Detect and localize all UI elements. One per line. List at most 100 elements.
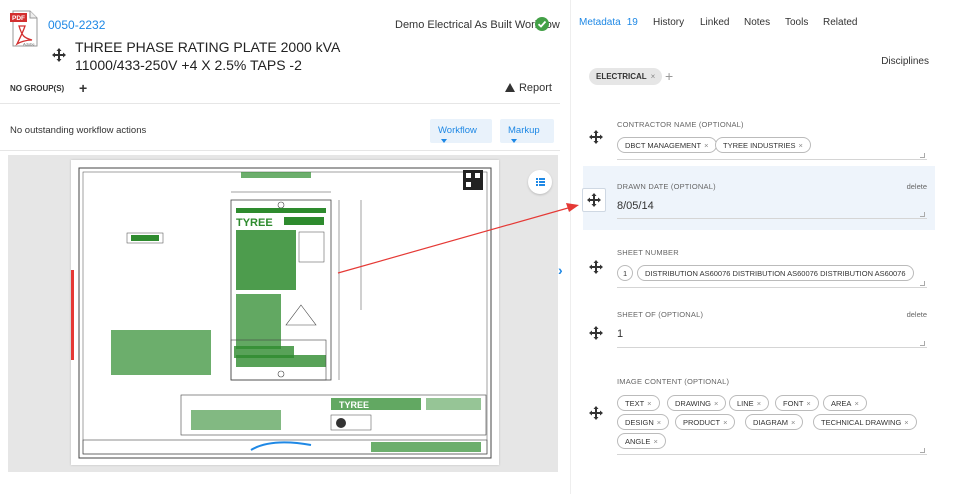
tab-metadata-label: Metadata (579, 17, 621, 28)
add-group-button[interactable]: + (79, 80, 87, 96)
markup-button-label: Markup (508, 125, 540, 136)
chip-image-content[interactable]: PRODUCT × (675, 414, 736, 430)
close-icon[interactable]: × (714, 399, 718, 408)
field-image-content: IMAGE CONTENT (OPTIONAL) TEXT × DRAWING × … (583, 368, 935, 460)
close-icon[interactable]: × (647, 399, 651, 408)
markup-dropdown-button[interactable]: Markup (500, 119, 554, 143)
chip-count[interactable]: 1 (617, 265, 634, 281)
resize-grip[interactable] (920, 212, 925, 217)
document-title: THREE PHASE RATING PLATE 2000 kVA 11000/… (75, 39, 340, 73)
delete-field-link[interactable]: delete (907, 182, 927, 191)
chip-label: DIAGRAM (753, 418, 789, 427)
tab-related[interactable]: Related (823, 17, 857, 28)
chip-label: ANGLE (625, 437, 651, 446)
field-drawn-date: DRAWN DATE (OPTIONAL) delete 8/05/14 (582, 166, 935, 230)
move-icon[interactable] (589, 260, 603, 274)
close-icon[interactable]: × (757, 399, 761, 408)
workflow-dropdown-button[interactable]: Workflow (430, 119, 492, 143)
close-icon[interactable]: × (806, 399, 810, 408)
sheet-of-value[interactable]: 1 (617, 328, 623, 340)
move-icon[interactable] (589, 130, 603, 144)
chip-image-content[interactable]: LINE × (729, 395, 770, 411)
report-label: Report (518, 82, 552, 94)
chip-label: LINE (737, 399, 754, 408)
resize-grip[interactable] (920, 341, 925, 346)
svg-text:TYREE: TYREE (339, 400, 369, 410)
workflow-status-text: No outstanding workflow actions (10, 125, 147, 136)
drawing-viewer[interactable]: TYREE TYREE (8, 155, 558, 472)
discipline-chip-label: ELECTRICAL (596, 72, 647, 81)
tab-notes[interactable]: Notes (744, 17, 770, 28)
app-page: PDF Adobe 0050-2232 THREE PHASE RATING P… (0, 0, 963, 494)
close-icon[interactable]: × (657, 418, 661, 427)
move-icon[interactable] (587, 193, 601, 207)
discipline-chip-electrical[interactable]: ELECTRICAL × (589, 68, 663, 85)
report-button[interactable]: Report (504, 82, 552, 94)
chip-image-content[interactable]: ANGLE × (617, 433, 666, 449)
close-icon[interactable]: × (904, 418, 908, 427)
field-contractor-name: CONTRACTOR NAME (OPTIONAL) DBCT MANAGEME… (583, 112, 935, 164)
chip-contractor[interactable]: DBCT MANAGEMENT × (617, 137, 717, 153)
chip-label: FONT (783, 399, 804, 408)
field-label: SHEET OF (OPTIONAL) (617, 310, 704, 319)
move-icon[interactable] (52, 48, 66, 62)
chip-image-content[interactable]: FONT × (775, 395, 819, 411)
disciplines-label: Disciplines (881, 56, 929, 67)
move-icon[interactable] (589, 326, 603, 340)
document-number-link[interactable]: 0050-2232 (48, 18, 105, 32)
field-label: DRAWN DATE (OPTIONAL) (617, 182, 716, 191)
svg-text:TYREE: TYREE (236, 217, 273, 229)
move-icon[interactable] (589, 406, 603, 420)
caret-down-icon (441, 139, 447, 143)
drawn-date-value[interactable]: 8/05/14 (617, 200, 654, 212)
tab-bar: Metadata 19 History Linked Notes Tools Re… (571, 0, 963, 44)
chip-label: TEXT (625, 399, 645, 408)
document-panel: PDF Adobe 0050-2232 THREE PHASE RATING P… (0, 0, 560, 494)
chip-label: DRAWING (675, 399, 711, 408)
check-circle-icon (535, 17, 549, 31)
workflow-actions-row: No outstanding workflow actions Workflow… (0, 105, 560, 151)
chip-image-content[interactable]: DRAWING × (667, 395, 727, 411)
resize-grip[interactable] (920, 448, 925, 453)
tab-metadata[interactable]: Metadata 19 (579, 17, 638, 28)
pdf-file-icon: PDF Adobe (10, 10, 40, 48)
close-icon[interactable]: × (704, 141, 708, 150)
field-label: SHEET NUMBER (617, 248, 679, 257)
chip-image-content[interactable]: DIAGRAM × (745, 414, 804, 430)
field-underline (617, 287, 927, 288)
chip-label: TECHNICAL DRAWING (821, 418, 902, 427)
chip-sheet-number[interactable]: DISTRIBUTION AS60076 DISTRIBUTION AS6007… (637, 265, 914, 281)
pdf-icon-label: PDF (12, 15, 25, 22)
technical-drawing-image: TYREE TYREE (71, 160, 499, 465)
chip-image-content[interactable]: DESIGN × (617, 414, 670, 430)
close-icon[interactable]: × (653, 437, 657, 446)
chip-image-content[interactable]: AREA × (823, 395, 867, 411)
chip-label: PRODUCT (683, 418, 721, 427)
add-discipline-button[interactable]: + (665, 68, 673, 84)
close-icon[interactable]: × (651, 72, 656, 81)
tab-tools[interactable]: Tools (785, 17, 808, 28)
chip-contractor[interactable]: TYREE INDUSTRIES × (715, 137, 811, 153)
close-icon[interactable]: × (799, 141, 803, 150)
close-icon[interactable]: × (854, 399, 858, 408)
field-underline (617, 454, 927, 455)
field-underline (617, 347, 927, 348)
tab-history[interactable]: History (653, 17, 684, 28)
chip-image-content[interactable]: TECHNICAL DRAWING × (813, 414, 917, 430)
close-icon[interactable]: × (791, 418, 795, 427)
resize-grip[interactable] (920, 281, 925, 286)
chip-image-content[interactable]: TEXT × (617, 395, 660, 411)
list-icon[interactable] (528, 170, 552, 194)
field-label: CONTRACTOR NAME (OPTIONAL) (617, 120, 744, 129)
tab-linked[interactable]: Linked (700, 17, 729, 28)
caret-down-icon (511, 139, 517, 143)
no-groups-badge[interactable]: NO GROUP(S) (10, 84, 64, 93)
adobe-label: Adobe (23, 42, 35, 47)
resize-grip[interactable] (920, 153, 925, 158)
metadata-panel: Metadata 19 History Linked Notes Tools Re… (570, 0, 963, 494)
close-icon[interactable]: × (723, 418, 727, 427)
chevron-right-icon[interactable]: › (558, 262, 563, 278)
field-label: IMAGE CONTENT (OPTIONAL) (617, 377, 730, 386)
workflow-button-label: Workflow (438, 125, 477, 136)
delete-field-link[interactable]: delete (907, 310, 927, 319)
